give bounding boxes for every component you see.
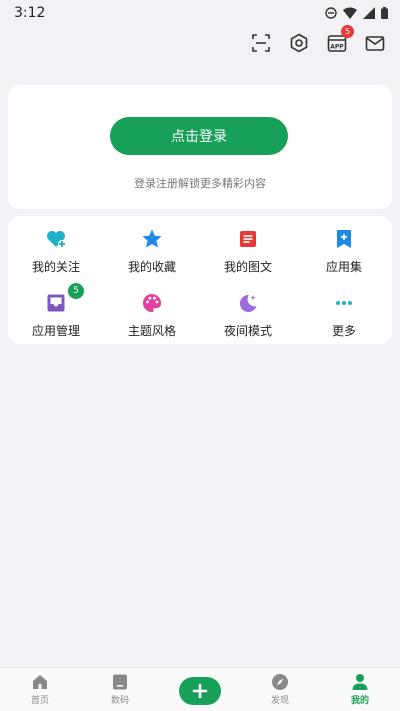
do-not-disturb-icon: [325, 7, 337, 19]
star-icon: [142, 229, 162, 248]
person-icon: [352, 674, 368, 690]
menu-label: 应用管理: [31, 324, 80, 338]
nav-digital[interactable]: 数码: [80, 668, 160, 711]
menu-item-more[interactable]: 更多: [296, 280, 392, 344]
moon-icon: [239, 294, 257, 312]
menu-item-night-mode[interactable]: 夜间模式: [200, 280, 296, 344]
document-icon: [240, 231, 256, 247]
nav-home[interactable]: 首页: [0, 668, 80, 711]
home-icon: [33, 675, 47, 689]
nav-me[interactable]: 我的: [320, 668, 400, 711]
palette-icon: [143, 294, 162, 312]
device-icon: [113, 674, 127, 690]
nav-label: 发现: [270, 696, 289, 706]
add-button[interactable]: [179, 676, 221, 705]
nav-discover[interactable]: 发现: [240, 668, 320, 711]
settings-icon[interactable]: [288, 32, 310, 54]
app-management-badge: 5: [68, 283, 84, 299]
menu-item-favorites[interactable]: 我的收藏: [104, 216, 200, 280]
menu-item-follow[interactable]: 我的关注: [8, 216, 104, 280]
scan-icon[interactable]: [250, 32, 272, 54]
svg-text:APP: APP: [330, 44, 344, 51]
status-icons: [325, 7, 388, 19]
menu-label: 应用集: [325, 260, 362, 274]
nav-add[interactable]: [160, 668, 240, 711]
inbox-icon: [47, 294, 65, 312]
menu-item-app-management[interactable]: 5 应用管理: [8, 280, 104, 344]
battery-icon: [381, 7, 388, 19]
status-bar: 3:12: [0, 0, 400, 26]
menu-grid: 我的关注 我的收藏 我的图文 应用集 5 应用管理 主题风格 夜间模式 更多: [8, 216, 392, 344]
menu-item-theme[interactable]: 主题风格: [104, 280, 200, 344]
add-icon: [192, 683, 208, 698]
more-dots-icon: [336, 301, 352, 305]
nav-label: 数码: [110, 696, 129, 706]
menu-label: 我的图文: [223, 260, 272, 274]
menu-label: 我的收藏: [127, 260, 176, 274]
login-card: 点击登录 登录注册解锁更多精彩内容: [8, 85, 392, 209]
top-toolbar: APP 5: [250, 25, 386, 56]
login-button[interactable]: 点击登录: [110, 117, 288, 155]
wifi-icon: [343, 7, 357, 19]
menu-item-app-collection[interactable]: 应用集: [296, 216, 392, 280]
status-time: 3:12: [14, 5, 46, 21]
signal-icon: [363, 7, 375, 19]
bottom-nav: 首页 数码 发现 我的: [0, 667, 400, 711]
app-icon[interactable]: APP 5: [326, 25, 354, 54]
app-badge: 5: [341, 25, 354, 38]
login-hint: 登录注册解锁更多精彩内容: [134, 177, 266, 190]
menu-label: 夜间模式: [223, 324, 272, 338]
compass-icon: [272, 674, 288, 690]
menu-label: 我的关注: [31, 260, 80, 274]
heart-plus-icon: [47, 231, 66, 248]
nav-label: 我的: [350, 696, 369, 706]
nav-label: 首页: [30, 696, 49, 706]
menu-label: 更多: [331, 324, 356, 338]
bookmark-plus-icon: [337, 230, 351, 248]
mail-icon[interactable]: [364, 32, 386, 54]
menu-label: 主题风格: [127, 324, 176, 338]
menu-item-posts[interactable]: 我的图文: [200, 216, 296, 280]
